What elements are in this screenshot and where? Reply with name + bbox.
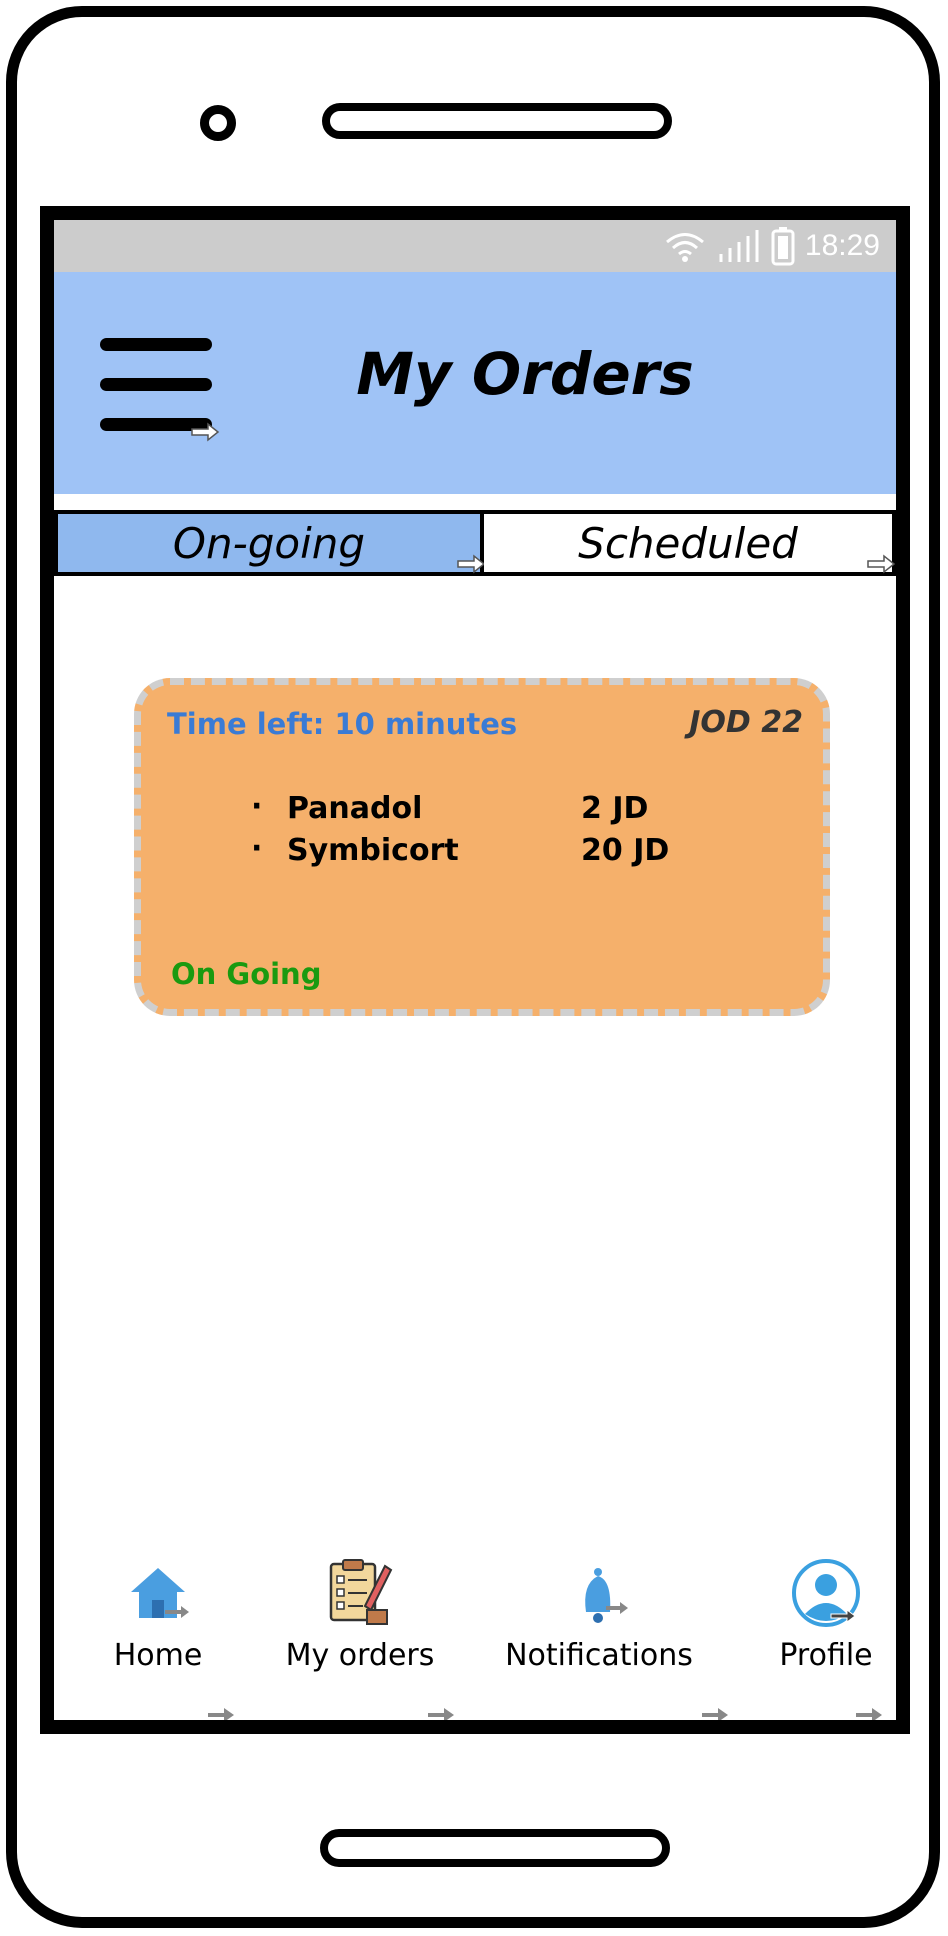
user-profile-icon [792, 1559, 860, 1627]
item-price: 20 JD [581, 833, 670, 868]
tab-label: Scheduled [578, 518, 798, 568]
status-time: 18:29 [804, 229, 880, 262]
signal-icon [719, 230, 759, 262]
clipboard-orders-icon [329, 1559, 393, 1625]
item-name: Panadol [287, 791, 423, 826]
bullet: · [251, 831, 263, 866]
link-arrow-icon [702, 1708, 728, 1720]
bell-icon [585, 1568, 628, 1623]
list-item: · Panadol 2 JD [251, 789, 721, 833]
nav-profile[interactable]: Profile [766, 1558, 886, 1673]
nav-label: Profile [779, 1638, 873, 1673]
link-arrow-icon [191, 422, 220, 442]
phone-screen: 18:29 My Orders On-going Scheduled Time … [40, 206, 910, 1734]
link-arrow-icon [856, 1708, 882, 1720]
order-tabs: On-going Scheduled [54, 510, 896, 576]
link-arrow-icon [867, 554, 896, 574]
bullet: · [251, 789, 263, 824]
list-item: · Symbicort 20 JD [251, 831, 721, 875]
nav-home[interactable]: Home [98, 1558, 218, 1673]
earpiece-speaker [322, 103, 672, 139]
battery-icon [771, 227, 795, 266]
nav-notifications[interactable]: Notifications [494, 1558, 704, 1673]
front-camera [200, 105, 236, 141]
time-left: Time left: 10 minutes [167, 707, 518, 741]
tab-label: On-going [172, 518, 366, 568]
nav-label: Home [113, 1638, 203, 1673]
home-icon [131, 1568, 189, 1618]
bottom-navigation: Home My orders Notifications Profile [54, 1558, 896, 1720]
item-price: 2 JD [581, 791, 649, 826]
item-name: Symbicort [287, 833, 459, 868]
order-card[interactable]: Time left: 10 minutes JOD 22 · Panadol 2… [134, 678, 830, 1016]
page-title: My Orders [356, 340, 694, 408]
status-bar: 18:29 [54, 220, 896, 272]
nav-my-orders[interactable]: My orders [270, 1558, 450, 1673]
wifi-icon [665, 233, 704, 262]
order-status: On Going [171, 957, 322, 991]
nav-label: My orders [285, 1638, 435, 1673]
link-arrow-icon [457, 554, 486, 574]
app-bar: My Orders [54, 272, 896, 494]
link-arrow-icon [428, 1708, 454, 1720]
order-items-list: · Panadol 2 JD · Symbicort 20 JD [251, 789, 721, 875]
order-total: JOD 22 [689, 705, 803, 740]
link-arrow-icon [208, 1708, 234, 1720]
tab-on-going[interactable]: On-going [54, 510, 486, 576]
nav-label: Notifications [505, 1638, 693, 1673]
tab-scheduled[interactable]: Scheduled [484, 510, 896, 576]
bottom-speaker [320, 1829, 670, 1867]
